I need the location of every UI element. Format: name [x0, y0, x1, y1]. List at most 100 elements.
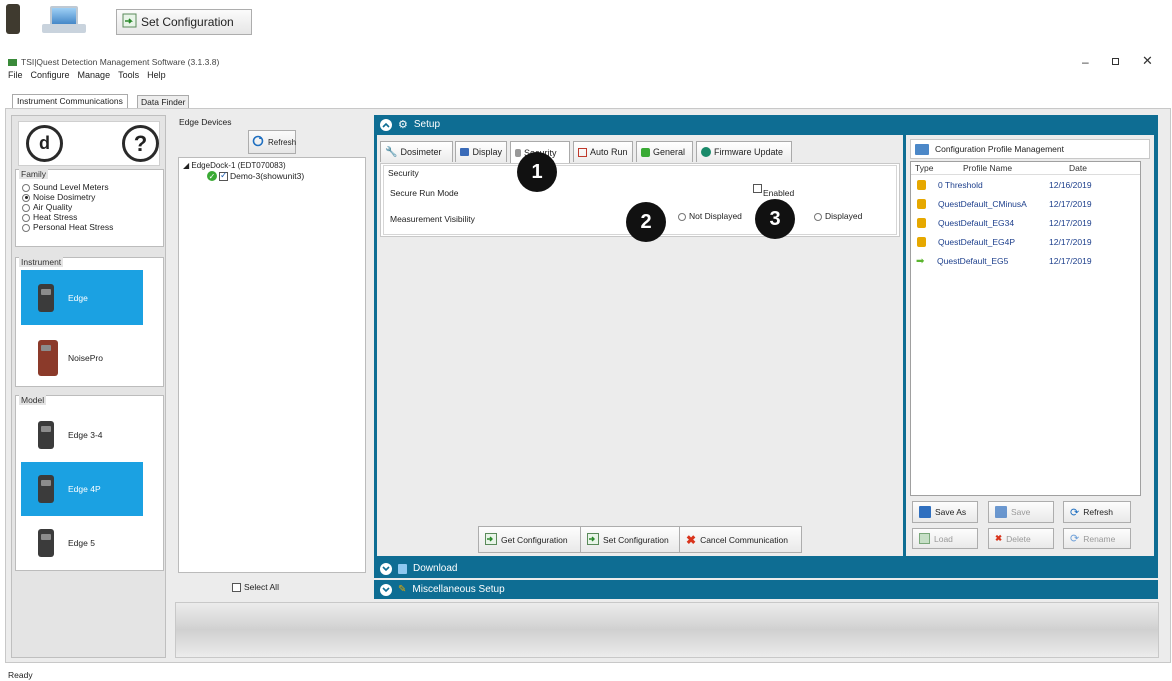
cancel-communication-button[interactable]: ✖ Cancel Communication [679, 526, 802, 553]
title-bar: TSI|Quest Detection Management Software … [8, 57, 219, 67]
maximize-icon[interactable] [1112, 58, 1119, 65]
device-node[interactable]: ✓ ✓ Demo-3(showunit3) [207, 170, 304, 181]
instrument-label: Instrument [19, 257, 64, 267]
wrench-icon: 🔧 [385, 146, 398, 158]
status-text: Ready [8, 670, 33, 680]
menu-file[interactable]: File [8, 70, 23, 80]
family-option[interactable]: Air Quality [22, 202, 113, 212]
model-edge-3-4[interactable]: Edge 3-4 [21, 408, 143, 462]
refresh-icon [252, 135, 264, 149]
computer-icon [915, 143, 929, 155]
help-icon[interactable]: ? [122, 125, 159, 162]
gear-icon: ⚙ [398, 119, 408, 131]
expand-icon [380, 562, 392, 575]
tab-display[interactable]: Display [455, 141, 507, 162]
arrow-icon: ➡ [916, 255, 925, 267]
menu-configure[interactable]: Configure [31, 70, 70, 80]
load-button[interactable]: Load [912, 528, 978, 549]
family-option[interactable]: Sound Level Meters [22, 182, 113, 192]
edge-device-icon [38, 421, 54, 449]
profile-row[interactable]: QuestDefault_EG4P 12/17/2019 [911, 233, 1140, 251]
monitor-icon [460, 148, 470, 156]
devices-tree: ◢ EdgeDock-1 (EDT070083) ✓ ✓ Demo-3(show… [178, 157, 366, 573]
tab-firmware-update[interactable]: Firmware Update [696, 141, 792, 162]
model-edge-5[interactable]: Edge 5 [21, 516, 143, 570]
save-button[interactable]: Save [988, 501, 1054, 523]
expand-icon [380, 583, 392, 596]
lock-icon [917, 237, 926, 247]
sidebar: d ? Family Sound Level Meters Noise Dosi… [11, 115, 166, 658]
tab-auto-run[interactable]: Auto Run [573, 141, 633, 162]
profile-row[interactable]: 0 Threshold 12/16/2019 [911, 176, 1140, 194]
profile-refresh-button[interactable]: ⟳ Refresh [1063, 501, 1131, 523]
menu-help[interactable]: Help [147, 70, 166, 80]
instrument-noisepro[interactable]: NoisePro [21, 330, 143, 385]
window-title: TSI|Quest Detection Management Software … [21, 57, 220, 67]
profile-row[interactable]: QuestDefault_EG34 12/17/2019 [911, 214, 1140, 232]
enabled-checkbox[interactable]: Enabled [753, 184, 794, 198]
rename-button[interactable]: ⟳ Rename [1063, 528, 1131, 549]
security-section-label: Security [388, 168, 419, 178]
set-configuration-label: Set Configuration [141, 15, 234, 29]
computer-icon[interactable] [36, 6, 94, 34]
model-group: Model Edge 3-4 Edge 4P Edge 5 [15, 395, 164, 571]
profile-row[interactable]: ➡ QuestDefault_EG5 12/17/2019 [911, 252, 1140, 270]
select-all-checkbox[interactable]: Select All [232, 582, 279, 592]
instrument-edge[interactable]: Edge [21, 270, 143, 325]
delete-x-icon: ✖ [995, 533, 1003, 543]
setup-tabs: 🔧Dosimeter Display Security Auto Run Gen… [380, 141, 900, 163]
callout-2: 2 [626, 202, 666, 242]
family-option[interactable]: Personal Heat Stress [22, 222, 113, 232]
profile-header: Configuration Profile Management [910, 139, 1150, 159]
setup-panel: ⚙ Setup 🔧Dosimeter Display Security Auto… [374, 115, 1158, 560]
setup-header[interactable]: ⚙ Setup [374, 115, 1158, 134]
misc-setup-header[interactable]: ✎ Miscellaneous Setup [374, 580, 1158, 599]
dock-node[interactable]: ◢ EdgeDock-1 (EDT070083) [183, 161, 286, 170]
device-checkbox[interactable]: ✓ [219, 170, 228, 181]
close-icon[interactable]: ✕ [1142, 53, 1153, 69]
tools-icon: ✎ [398, 584, 407, 595]
edge-devices-label: Edge Devices [179, 117, 232, 127]
edge-device-icon[interactable] [6, 4, 20, 34]
download-header[interactable]: Download [374, 559, 1158, 578]
menu-manage[interactable]: Manage [78, 70, 111, 80]
tab-instrument-communications[interactable]: Instrument Communications [12, 94, 128, 108]
family-group: Family Sound Level Meters Noise Dosimetr… [15, 169, 164, 247]
model-edge-4p[interactable]: Edge 4P [21, 462, 143, 516]
tab-data-finder[interactable]: Data Finder [137, 95, 190, 108]
rename-icon: ⟳ [1070, 533, 1080, 545]
d-logo-icon[interactable]: d [26, 125, 63, 162]
minimize-icon[interactable]: – [1082, 55, 1089, 69]
family-option[interactable]: Heat Stress [22, 212, 113, 222]
tab-dosimeter[interactable]: 🔧 Dosimeter [380, 141, 453, 162]
expand-arrow-icon: ◢ [183, 161, 190, 170]
collapse-icon [380, 118, 392, 131]
devices-refresh-button[interactable]: Refresh [248, 130, 296, 154]
get-configuration-button[interactable]: Get Configuration [478, 526, 581, 553]
model-label: Model [19, 395, 47, 405]
general-icon [641, 147, 650, 157]
callout-3: 3 [755, 199, 795, 239]
family-label: Family [19, 169, 49, 179]
import-icon [485, 532, 497, 547]
set-configuration-button[interactable]: Set Configuration [580, 526, 680, 553]
set-configuration-toolbar-button[interactable]: Set Configuration [116, 9, 252, 35]
download-icon [398, 563, 407, 574]
not-displayed-radio[interactable]: Not Displayed [678, 211, 742, 221]
displayed-radio[interactable]: Displayed [814, 211, 862, 221]
cancel-x-icon: ✖ [686, 532, 697, 547]
profile-row[interactable]: QuestDefault_CMinusA 12/17/2019 [911, 195, 1140, 213]
profile-table: Type Profile Name Date 0 Threshold 12/16/… [910, 161, 1141, 496]
status-panel [175, 602, 1159, 658]
family-option[interactable]: Noise Dosimetry [22, 192, 113, 202]
setup-body: 🔧Dosimeter Display Security Auto Run Gen… [377, 135, 903, 556]
tab-general[interactable]: General [636, 141, 693, 162]
delete-button[interactable]: ✖ Delete [988, 528, 1054, 549]
menu-tools[interactable]: Tools [118, 70, 139, 80]
save-as-button[interactable]: Save As [912, 501, 978, 523]
lock-icon [917, 218, 926, 228]
unlocked-icon [917, 180, 926, 190]
lock-icon [917, 199, 926, 209]
profile-table-header: Type Profile Name Date [911, 162, 1140, 175]
globe-icon [701, 147, 711, 157]
